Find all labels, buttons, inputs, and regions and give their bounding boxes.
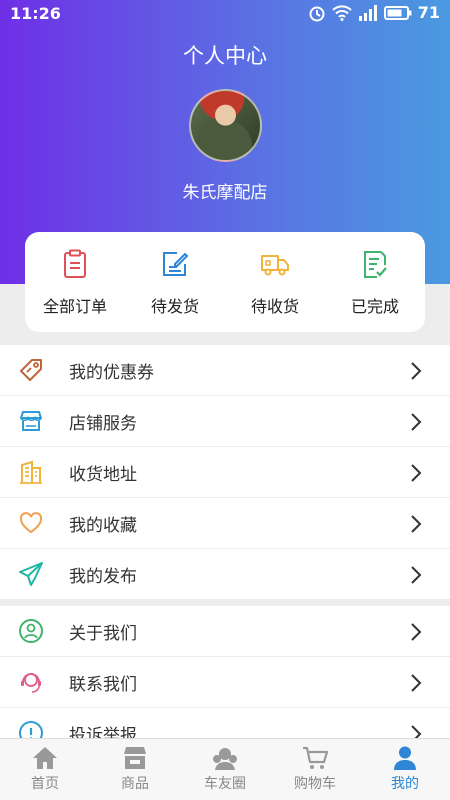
order-all-label: 全部订单 [42,297,107,316]
coupon-tag-icon [20,359,42,381]
bottom-tab-bar: 首页 商品 车友圈 购物车 我的 [0,738,450,800]
menu-group-account: 我的优惠券 店铺服务 收货地址 我的收藏 我的发布 [0,345,450,600]
send-icon [19,562,43,586]
signal-icon [358,4,377,21]
headset-icon [21,673,41,693]
tab-community[interactable]: 车友圈 [180,739,270,800]
menu-item-store-service[interactable]: 店铺服务 [0,396,450,447]
menu-item-coupons[interactable]: 我的优惠券 [0,345,450,396]
menu-item-favorites[interactable]: 我的收藏 [0,498,450,549]
store-icon [20,411,42,431]
truck-icon [261,255,289,276]
tab-home-label: 首页 [31,776,59,792]
clipboard-icon [64,249,86,278]
building-icon [20,460,42,484]
menu-item-shipping-address[interactable]: 收货地址 [0,447,450,498]
menu-item-my-posts[interactable]: 我的发布 [0,549,450,600]
person-icon [394,746,416,770]
order-to-receive-button[interactable]: 待收货 [225,232,325,332]
menu-item-store-service-label: 店铺服务 [69,413,137,434]
order-to-ship-label: 待发货 [150,297,199,316]
page-title: 个人中心 [183,44,267,68]
order-to-ship-button[interactable]: 待发货 [125,232,225,332]
community-icon [213,748,237,770]
chevron-right-icon [411,674,422,692]
menu-item-contact-us[interactable]: 联系我们 [0,657,450,708]
menu-item-favorites-label: 我的收藏 [69,515,137,536]
check-doc-icon [364,251,387,278]
chevron-right-icon [411,362,422,380]
menu-item-about-us[interactable]: 关于我们 [0,606,450,657]
menu-item-my-posts-label: 我的发布 [69,566,137,587]
chevron-right-icon [411,515,422,533]
menu-item-contact-us-label: 联系我们 [69,674,137,695]
chevron-right-icon [411,413,422,431]
tab-home[interactable]: 首页 [0,739,90,800]
home-icon [33,747,57,769]
order-completed-button[interactable]: 已完成 [325,232,425,332]
battery-icon [383,5,412,20]
wifi-icon [332,4,352,21]
chevron-right-icon [411,464,422,482]
tab-products[interactable]: 商品 [90,739,180,800]
tab-mine-label: 我的 [391,776,419,792]
menu-item-about-us-label: 关于我们 [69,623,137,644]
tab-cart-label: 购物车 [294,776,336,792]
heart-icon [19,512,43,534]
tab-cart[interactable]: 购物车 [270,739,360,800]
menu-item-coupons-label: 我的优惠券 [69,362,154,383]
user-circle-icon [19,619,43,643]
menu-group-info: 关于我们 联系我们 投诉举报 [0,606,450,759]
status-bar: 11:26 71 [0,0,450,28]
battery-level: 71 [417,3,440,22]
order-to-receive-label: 待收货 [250,297,299,316]
order-completed-label: 已完成 [350,297,399,316]
tab-mine[interactable]: 我的 [360,739,450,800]
chevron-right-icon [411,566,422,584]
store-name: 朱氏摩配店 [182,183,268,203]
cart-icon [303,746,329,769]
alarm-icon [309,6,325,21]
menu-item-shipping-address-label: 收货地址 [69,464,137,485]
tab-community-label: 车友圈 [204,776,246,792]
status-time: 11:26 [10,4,61,23]
order-all-button[interactable]: 全部订单 [25,232,125,332]
chevron-right-icon [411,623,422,641]
edit-icon [163,252,189,276]
tab-products-label: 商品 [121,776,149,792]
avatar[interactable] [189,89,262,162]
order-status-card: 全部订单 待发货 待收货 已完成 [25,232,425,332]
shop-icon [124,747,146,769]
